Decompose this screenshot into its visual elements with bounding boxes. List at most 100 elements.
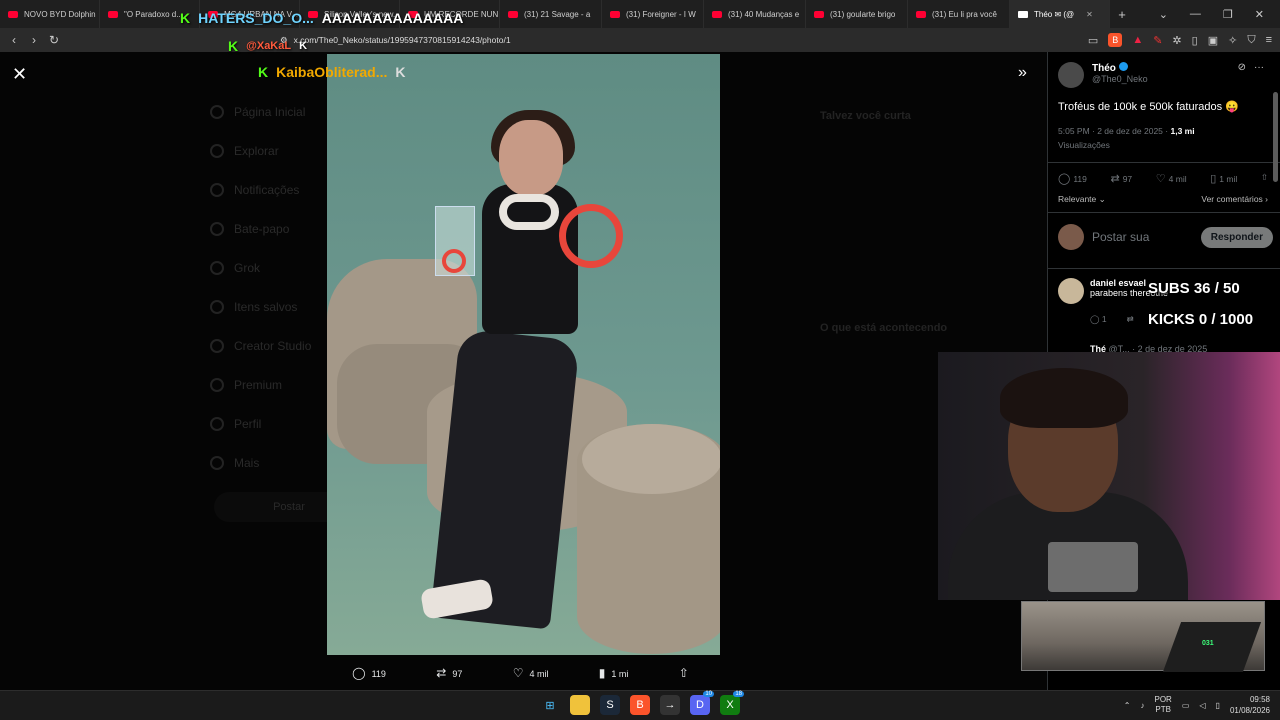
share-action[interactable]: ⇧ bbox=[679, 666, 695, 680]
collapse-panel-icon[interactable]: » bbox=[1018, 64, 1027, 82]
reply-input[interactable]: Postar sua bbox=[1092, 230, 1193, 244]
windows-start-icon[interactable]: ⊞ bbox=[540, 695, 560, 715]
repost-action[interactable]: ⇄ 97 bbox=[436, 666, 462, 680]
sidebar-item: Página Inicial bbox=[210, 92, 330, 131]
avatar[interactable] bbox=[1058, 62, 1084, 88]
views-chart-icon: ▮ bbox=[598, 666, 606, 680]
language-indicator[interactable]: POR PTB bbox=[1154, 695, 1171, 715]
file-explorer-icon[interactable] bbox=[570, 695, 590, 715]
divider bbox=[1048, 268, 1280, 269]
chat-username: HATERS_DO_O... bbox=[198, 10, 314, 26]
sort-dropdown[interactable]: Relevante ⌄ bbox=[1058, 194, 1106, 205]
like-stat[interactable]: ♡ 4 mil bbox=[1156, 172, 1187, 185]
youtube-icon bbox=[916, 10, 926, 18]
battery-icon[interactable]: ▯ bbox=[1216, 701, 1220, 710]
game-capture: 031 bbox=[1021, 601, 1265, 672]
background-right-column: Talvez você curta O que está acontecendo bbox=[820, 102, 1020, 334]
chat-username: KaibaObliterad... bbox=[276, 64, 388, 80]
youtube-icon bbox=[610, 10, 620, 18]
tweet-author[interactable]: Théo @The0_Neko bbox=[1058, 62, 1148, 88]
see-comments-link[interactable]: Ver comentários › bbox=[1201, 194, 1268, 205]
stream-chat-message: K HATERS_DO_O... AAAAAAAAAAAAAA bbox=[180, 10, 463, 26]
cast-icon[interactable]: ▭ bbox=[1088, 34, 1098, 47]
avatar bbox=[1058, 224, 1084, 250]
browser-tab[interactable]: (31) Foreigner - I W bbox=[602, 0, 704, 28]
reply-composer: Postar sua Responder bbox=[1058, 224, 1273, 250]
browser-tab[interactable]: NOVO BYD Dolphin bbox=[0, 0, 100, 28]
reply-action[interactable]: ◯ 119 bbox=[352, 666, 386, 680]
extension-icon[interactable]: ✎ bbox=[1153, 34, 1162, 47]
background-who-to-follow-title: Talvez você curta bbox=[820, 110, 911, 122]
close-tab-icon[interactable]: ✕ bbox=[1086, 10, 1093, 19]
brave-browser-icon[interactable]: B bbox=[630, 695, 650, 715]
share-icon[interactable]: ⇧ bbox=[1261, 172, 1268, 185]
divider bbox=[1048, 162, 1280, 163]
grok-explain-icon[interactable]: ⊘ bbox=[1238, 62, 1246, 73]
comment-reply-stat[interactable]: ◯ 1 bbox=[1090, 314, 1107, 325]
close-window-icon[interactable]: ✕ bbox=[1255, 8, 1264, 21]
vpn-icon[interactable]: ⛉ bbox=[1247, 34, 1255, 47]
leo-icon[interactable]: ✧ bbox=[1228, 34, 1237, 47]
views-action[interactable]: ▮ 1 mi bbox=[599, 666, 629, 680]
tab-search-icon[interactable]: ⌄ bbox=[1159, 8, 1168, 21]
restore-icon[interactable]: ❐ bbox=[1223, 8, 1233, 21]
chat-message: AAAAAAAAAAAAAA bbox=[321, 10, 464, 26]
brave-rewards-icon[interactable]: ▲ bbox=[1132, 34, 1143, 46]
scrollbar[interactable] bbox=[1273, 92, 1278, 182]
browser-tab[interactable]: (31) goularte brigo bbox=[806, 0, 908, 28]
comment-stats: ◯ 1 ⇄ bbox=[1090, 314, 1134, 325]
browser-toolbar: ‹ › ↻ ⚙ x.com/The0_Neko/status/199594737… bbox=[0, 28, 1280, 52]
weapon-shape bbox=[1162, 622, 1262, 672]
app-icon[interactable]: → bbox=[660, 695, 680, 715]
discord-icon[interactable]: D 10 bbox=[690, 691, 714, 715]
game-hud: 031 bbox=[1202, 640, 1214, 647]
back-icon[interactable]: ‹ bbox=[4, 33, 24, 47]
sidebar-icon[interactable]: ▯ bbox=[1192, 34, 1198, 47]
stream-chat-message: K KaibaObliterad... K bbox=[258, 64, 406, 80]
tray-expand-icon[interactable]: ⌃ bbox=[1124, 701, 1131, 710]
minimize-icon[interactable]: — bbox=[1190, 8, 1201, 20]
repost-icon: ⇄ bbox=[436, 666, 447, 680]
new-tab-button[interactable]: + bbox=[1110, 7, 1134, 22]
bookmark-stat[interactable]: ▯ 1 mil bbox=[1210, 172, 1237, 185]
repost-stat[interactable]: ⇄ 97 bbox=[1110, 172, 1132, 185]
clock[interactable]: 09:58 01/08/2026 bbox=[1230, 694, 1270, 716]
brave-shields-icon[interactable]: B bbox=[1108, 33, 1123, 47]
browser-tab[interactable]: (31) 40 Mudanças e bbox=[704, 0, 806, 28]
volume-icon[interactable]: ◁ bbox=[1199, 701, 1205, 710]
reload-icon[interactable]: ↻ bbox=[44, 33, 64, 47]
reply-stat[interactable]: ◯ 119 bbox=[1058, 172, 1087, 185]
sidebar-item: Grok bbox=[210, 248, 330, 287]
extensions-puzzle-icon[interactable]: ✲ bbox=[1172, 34, 1181, 47]
youtube-icon bbox=[508, 10, 518, 18]
stream-chat-message: K @XaKaL K bbox=[228, 38, 307, 54]
sidebar-item: Itens salvos bbox=[210, 287, 330, 326]
subs-goal: SUBS 36 / 50 bbox=[1148, 280, 1240, 297]
sidebar-item: Notificações bbox=[210, 170, 330, 209]
microphone-icon[interactable]: ♪ bbox=[1140, 701, 1144, 710]
kicks-goal: KICKS 0 / 1000 bbox=[1148, 311, 1254, 328]
network-icon[interactable]: ▭ bbox=[1182, 701, 1190, 710]
browser-tab[interactable]: (31) 21 Savage - a bbox=[500, 0, 602, 28]
browser-tab-active[interactable]: Théo ✉ (@ ✕ bbox=[1010, 0, 1110, 28]
photo-action-bar: ◯ 119 ⇄ 97 ♡ 4 mil ▮ 1 mi ⇧ bbox=[327, 662, 720, 684]
close-icon[interactable]: ✕ bbox=[12, 64, 27, 85]
background-sidebar: Página Inicial Explorar Notificações Bat… bbox=[210, 92, 330, 482]
divider bbox=[1048, 212, 1280, 213]
system-tray: ⌃ ♪ POR PTB ▭ ◁ ▯ 09:58 01/08/2026 bbox=[1124, 694, 1270, 716]
avatar[interactable] bbox=[1058, 278, 1084, 304]
streamer-hair-shape bbox=[1000, 368, 1128, 428]
wallet-icon[interactable]: ▣ bbox=[1208, 34, 1218, 47]
xbox-icon[interactable]: X 18 bbox=[720, 691, 744, 715]
more-options-icon[interactable]: ··· bbox=[1254, 62, 1264, 73]
like-action[interactable]: ♡ 4 mil bbox=[513, 666, 549, 680]
menu-icon[interactable]: ≡ bbox=[1266, 34, 1272, 46]
address-bar[interactable]: ⚙ x.com/The0_Neko/status/199594737081591… bbox=[280, 31, 1000, 49]
forward-icon[interactable]: › bbox=[24, 33, 44, 47]
browser-tab[interactable]: (31) Eu li pra você bbox=[908, 0, 1010, 28]
repost-icon[interactable]: ⇄ bbox=[1127, 314, 1134, 325]
share-icon: ⇧ bbox=[678, 666, 689, 680]
steam-icon[interactable]: S bbox=[600, 695, 620, 715]
reply-button[interactable]: Responder bbox=[1200, 226, 1273, 248]
taskbar-apps: ⊞ S B → D 10 X 18 bbox=[540, 691, 744, 715]
